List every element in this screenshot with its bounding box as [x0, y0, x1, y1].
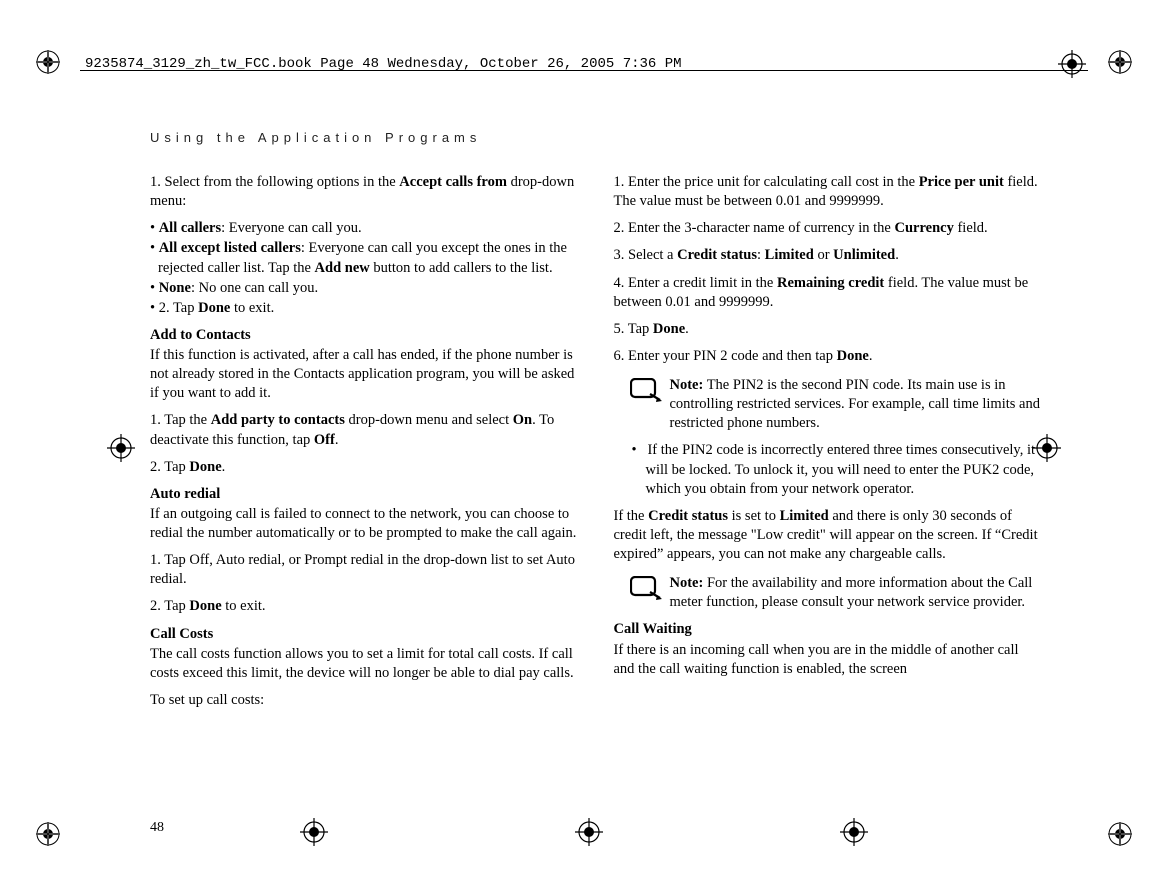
note-pin2: Note: The PIN2 is the second PIN code. I… [614, 376, 1044, 433]
right-column: 1. Enter the price unit for calculating … [614, 173, 1044, 718]
header-meta-text: 9235874_3129_zh_tw_FCC.book Page 48 Wedn… [85, 56, 682, 72]
add-to-contacts-step1: 1. Tap the Add party to contacts drop-do… [150, 411, 580, 449]
callcosts-step5: 5. Tap Done. [614, 320, 1044, 339]
callcosts-step2: 2. Enter the 3-character name of currenc… [614, 219, 1044, 238]
auto-redial-body: If an outgoing call is failed to connect… [150, 505, 580, 543]
add-to-contacts-step2: 2. Tap Done. [150, 458, 580, 477]
bullet-none: • None: No one can call you. [150, 279, 580, 298]
note-pin2-sub: • If the PIN2 code is incorrectly entere… [614, 441, 1044, 498]
bullet-all-callers: • All callers: Everyone can call you. [150, 219, 580, 238]
call-waiting-body: If there is an incoming call when you ar… [614, 641, 1044, 679]
page-number: 48 [150, 820, 164, 836]
accept-calls-step1: 1. Select from the following options in … [150, 173, 580, 211]
bullet-all-except: • All except listed callers: Everyone ca… [150, 239, 580, 277]
note-icon [630, 576, 662, 602]
note-icon [630, 378, 662, 404]
add-to-contacts-heading: Add to Contacts [150, 326, 580, 345]
callcosts-step3: 3. Select a Credit status: Limited or Un… [614, 246, 1044, 265]
add-to-contacts-body: If this function is activated, after a c… [150, 346, 580, 403]
auto-redial-step1: 1. Tap Off, Auto redial, or Prompt redia… [150, 551, 580, 589]
section-title: Using the Application Programs [150, 130, 1043, 145]
call-costs-body: The call costs function allows you to se… [150, 645, 580, 683]
left-column: 1. Select from the following options in … [150, 173, 580, 718]
crosshair-icon [107, 434, 135, 462]
call-waiting-heading: Call Waiting [614, 620, 1044, 639]
registration-mark-icon [36, 822, 60, 846]
accept-calls-step2: • 2. Tap Done to exit. [150, 299, 580, 318]
callcosts-step1: 1. Enter the price unit for calculating … [614, 173, 1044, 211]
auto-redial-heading: Auto redial [150, 485, 580, 504]
callcosts-step4: 4. Enter a credit limit in the Remaining… [614, 274, 1044, 312]
registration-mark-icon [1108, 822, 1132, 846]
credit-status-para: If the Credit status is set to Limited a… [614, 507, 1044, 564]
note-availability: Note: For the availability and more info… [614, 574, 1044, 612]
callcosts-step6: 6. Enter your PIN 2 code and then tap Do… [614, 347, 1044, 366]
call-costs-setup: To set up call costs: [150, 691, 580, 710]
page-content: Using the Application Programs 1. Select… [150, 130, 1043, 836]
auto-redial-step2: 2. Tap Done to exit. [150, 597, 580, 616]
call-costs-heading: Call Costs [150, 625, 580, 644]
header-bar: 9235874_3129_zh_tw_FCC.book Page 48 Wedn… [35, 48, 1133, 80]
